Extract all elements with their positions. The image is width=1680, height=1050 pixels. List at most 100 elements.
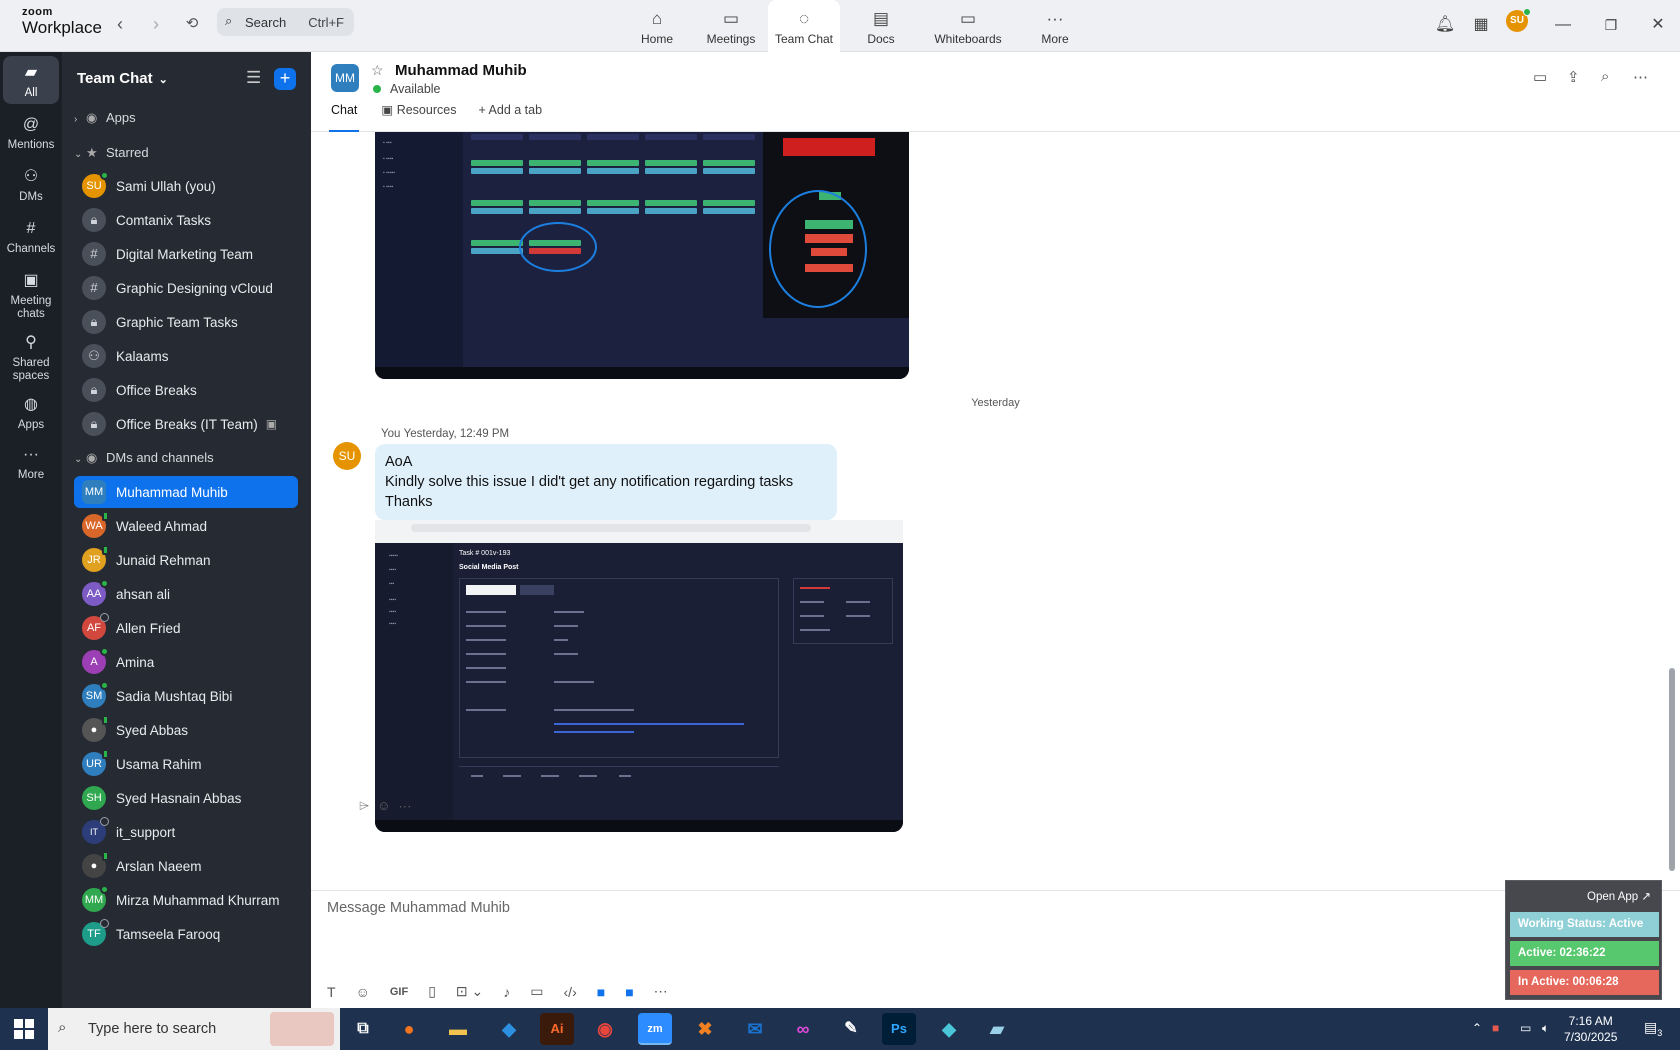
emoji-icon[interactable]: ☺ [377,798,398,813]
search-bar[interactable]: ⌕ Search Ctrl+F [217,8,354,36]
back-arrow-icon[interactable]: ‹ [108,12,132,36]
sidebar-item-amina[interactable]: A Amina [74,646,298,678]
rail-channels[interactable]: # Channels [3,220,59,256]
windows-start-icon[interactable] [14,1019,34,1039]
zoom-app-icon[interactable]: ■ [625,984,633,1000]
sidebar-item-comtanix-tasks[interactable]: 🔒︎ Comtanix Tasks [74,204,298,236]
filter-icon[interactable]: ☰ [246,68,261,88]
star-icon[interactable]: ☆ [371,62,384,79]
new-chat-button[interactable]: + [274,68,296,90]
file-explorer-icon[interactable]: ▬ [441,1013,475,1045]
maximize-icon[interactable]: ❐ [1598,12,1624,38]
tab-home[interactable]: ⌂ Home [620,0,694,52]
contact-avatar[interactable]: MM [331,64,359,92]
sidebar-item-digital-marketing[interactable]: # Digital Marketing Team [74,238,298,270]
sidebar-item-syed-hasnain[interactable]: SH Syed Hasnain Abbas [74,782,298,814]
tab-docs[interactable]: ▤ Docs [844,0,918,52]
sidebar-item-kalaams[interactable]: ⚇ Kalaams [74,340,298,372]
sidebar-item-allen-fried[interactable]: AF Allen Fried [74,612,298,644]
section-dms-channels[interactable]: ⌄ ◉ DMs and channels [74,448,214,468]
tray-app-icon[interactable]: ■ [1492,1021,1499,1035]
open-app-link[interactable]: Open App ↗ [1587,889,1651,903]
tab-chat[interactable]: Chat [329,100,360,132]
rail-more[interactable]: ··· More [3,446,59,482]
sidebar-item-junaid-rehman[interactable]: JR Junaid Rehman [74,544,298,576]
taskbar-clock[interactable]: 7:16 AM 7/30/2025 [1564,1013,1617,1045]
rail-apps[interactable]: ◍ Apps [3,396,59,432]
rail-all[interactable]: ▰ All [3,56,59,104]
share-screen-icon[interactable]: ⇪ [1567,68,1580,86]
zoom-taskbar-icon[interactable]: zm [638,1013,672,1045]
pen-tool-icon[interactable]: ✎ [834,1013,868,1045]
search-icon[interactable]: ⌕ [1601,68,1609,85]
sidebar-item-syed-abbas[interactable]: ● Syed Abbas [74,714,298,746]
user-avatar[interactable]: SU [1506,8,1531,32]
sidebar-item-sadia-mushtaq[interactable]: SM Sadia Mushtaq Bibi [74,680,298,712]
close-icon[interactable]: ✕ [1645,12,1671,38]
network-icon[interactable]: ▭ [1520,1021,1531,1035]
bell-icon[interactable]: 🔔︎ [1432,12,1458,38]
tab-team-chat[interactable]: ◌ Team Chat [768,0,840,52]
video-call-icon[interactable]: ▭ [1533,68,1547,86]
calendar-icon[interactable]: ▦ [1468,12,1494,38]
creative-cloud-icon[interactable]: ∞ [786,1013,820,1045]
more-dots-icon[interactable]: ⋯ [1633,68,1648,86]
sidebar-title[interactable]: Team Chat ⌄ [77,70,168,87]
section-starred[interactable]: ⌄ ★ Starred [74,143,149,163]
sidebar-item-sami-ullah[interactable]: SU Sami Ullah (you) [74,170,298,202]
chrome-icon[interactable]: ◉ [588,1013,622,1045]
sidebar-item-muhammad-muhib[interactable]: MM Muhammad Muhib [74,476,298,508]
rail-shared-spaces[interactable]: ⚲ Shared spaces [3,334,59,383]
sidebar-item-graphic-designing[interactable]: # Graphic Designing vCloud [74,272,298,304]
xampp-icon[interactable]: ✖ [688,1013,722,1045]
message-bubble[interactable]: AoA Kindly solve this issue I did't get … [375,444,837,520]
scrollbar[interactable] [1669,668,1675,871]
tab-resources[interactable]: ▣ Resources [381,100,456,132]
microphone-icon[interactable]: ♪ [503,984,510,1000]
photoshop-icon[interactable]: Ps [882,1013,916,1045]
taskbar-search[interactable]: ⌕ Type here to search [48,1008,340,1050]
more-dots-icon[interactable]: ⋯ [398,798,419,813]
sidebar-item-waleed-ahmad[interactable]: WA Waleed Ahmad [74,510,298,542]
tab-whiteboards[interactable]: ▭ Whiteboards [918,0,1018,52]
file-icon[interactable]: ▯ [428,983,436,1000]
firefox-icon[interactable]: ● [392,1013,426,1045]
sidebar-item-office-breaks-it[interactable]: 🔒︎ Office Breaks (IT Team) ▣ [74,408,298,440]
screenshot-icon[interactable]: ⊡ ⌄ [456,983,483,1000]
text-format-icon[interactable]: T [327,984,336,1000]
history-icon[interactable]: ⟲ [180,12,204,36]
sidebar-item-usama-rahim[interactable]: UR Usama Rahim [74,748,298,780]
code-icon[interactable]: ‹/› [564,984,577,1000]
reply-icon[interactable]: ⌲ [359,798,377,813]
task-view-icon[interactable]: ⧉ [346,1013,380,1045]
volume-icon[interactable]: 🔈︎ [1542,1021,1549,1036]
forward-arrow-icon[interactable]: › [144,12,168,36]
sidebar-item-it-support[interactable]: IT it_support [74,816,298,848]
sidebar-item-mirza-khurram[interactable]: MM Mirza Muhammad Khurram [74,884,298,916]
tray-chevron-icon[interactable]: ⌃ [1472,1021,1482,1035]
app-icon[interactable]: ■ [597,984,605,1000]
message-input[interactable]: Message Muhammad Muhib [327,900,510,916]
app-icon[interactable]: ◆ [932,1013,966,1045]
video-message-icon[interactable]: ▭ [530,983,543,1000]
sidebar-item-ahsan-ali[interactable]: AA ahsan ali [74,578,298,610]
vscode-icon[interactable]: ◆ [492,1013,526,1045]
sidebar-item-tamseela-farooq[interactable]: TF Tamseela Farooq [74,918,298,950]
sidebar-item-arslan-naeem[interactable]: ● Arslan Naeem [74,850,298,882]
notepad-icon[interactable]: ▰ [980,1013,1014,1045]
notification-icon[interactable]: ▤3 [1644,1019,1662,1038]
attached-screenshot-image[interactable]: ▪ ▪▪▪ ▪ ▪▪▪▪ ▪ ▪▪▪▪▪ ▪ ▪▪▪▪ [375,132,909,379]
minimize-icon[interactable]: — [1550,12,1576,38]
tab-more[interactable]: ··· More [1018,0,1092,52]
attached-screenshot-image[interactable]: ▪▪▪▪▪ ▪▪▪▪ ▪▪▪ ▪▪▪▪ ▪▪▪▪ ▪▪▪▪ Task # 001v-193… [375,520,903,832]
rail-meeting-chats[interactable]: ▣ Meeting chats [3,272,59,321]
emoji-icon[interactable]: ☺ [356,984,370,1000]
sidebar-item-office-breaks[interactable]: 🔒︎ Office Breaks [74,374,298,406]
rail-mentions[interactable]: @ Mentions [3,116,59,152]
section-apps[interactable]: › ◉ Apps [74,108,136,128]
contact-name[interactable]: Muhammad Muhib [395,62,527,79]
illustrator-icon[interactable]: Ai [540,1013,574,1045]
more-dots-icon[interactable]: ⋯ [654,983,668,1000]
tab-add[interactable]: + Add a tab [478,100,542,132]
rail-dms[interactable]: ⚇ DMs [3,168,59,204]
